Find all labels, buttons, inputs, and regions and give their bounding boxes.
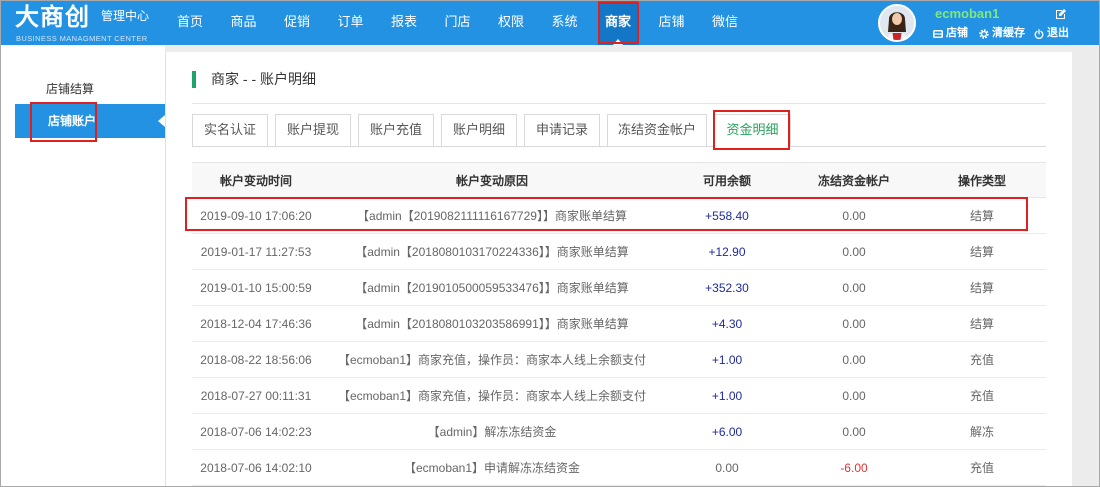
cell-frozen: 0.00 xyxy=(842,316,866,331)
cell-available: +4.30 xyxy=(711,316,743,331)
nav-item-home[interactable]: 首页 xyxy=(170,0,210,45)
cell-time: 2019-09-10 17:06:20 xyxy=(200,208,312,223)
sidebar-item-shop-account[interactable]: 店铺账户 xyxy=(15,104,165,138)
main-panel: 商家 - - 账户明细 实名认证 账户提现 账户充值 账户明细 申请记录 冻结资… xyxy=(165,52,1072,487)
cell-reason: 【ecmoban1】申请解冻冻结资金 xyxy=(403,461,581,475)
cell-type: 结算 xyxy=(969,209,994,223)
clear-cache-label: 清缓存 xyxy=(992,27,1025,39)
column-header-time: 帐户变动时间 xyxy=(219,173,292,188)
cell-available: +1.00 xyxy=(711,352,743,367)
table-row: 2018-07-27 00:11:31 【ecmoban1】商家充值，操作员：商… xyxy=(192,378,1046,414)
cell-type: 充值 xyxy=(969,389,994,403)
nav-item-orders[interactable]: 订单 xyxy=(331,0,371,45)
tab-real-name-auth[interactable]: 实名认证 xyxy=(192,114,268,146)
cell-available: +558.40 xyxy=(705,208,749,223)
column-header-available: 可用余额 xyxy=(702,173,751,188)
cell-available: 0.00 xyxy=(715,460,739,475)
nav-item-promotion[interactable]: 促销 xyxy=(277,0,317,45)
nav-item-goods[interactable]: 商品 xyxy=(224,0,264,45)
nav-item-shop[interactable]: 店铺 xyxy=(652,0,692,45)
column-header-type: 操作类型 xyxy=(957,173,1006,188)
table-row: 2019-09-10 17:06:20 【admin【2019082111116… xyxy=(192,198,1046,234)
cell-type: 充值 xyxy=(969,461,994,475)
cell-time: 2018-07-06 14:02:10 xyxy=(200,460,312,475)
tab-account-details[interactable]: 账户明细 xyxy=(441,114,517,146)
nav-item-wechat[interactable]: 微信 xyxy=(705,0,745,45)
cell-type: 充值 xyxy=(969,353,994,367)
user-name: ecmoban1 xyxy=(935,6,1000,21)
tab-recharge[interactable]: 账户充值 xyxy=(358,114,434,146)
cell-frozen: 0.00 xyxy=(842,244,866,259)
table-row: 2018-08-22 18:56:06 【ecmoban1】商家充值，操作员：商… xyxy=(192,342,1046,378)
sidebar: 店铺结算 店铺账户 xyxy=(0,45,165,487)
avatar-photo-icon xyxy=(880,6,914,40)
store-icon xyxy=(933,29,943,39)
cell-frozen: -6.00 xyxy=(840,460,868,475)
cell-time: 2018-08-22 18:56:06 xyxy=(200,352,312,367)
page-title: 商家 - - 账户明细 xyxy=(211,71,316,87)
avatar[interactable] xyxy=(878,4,916,42)
cell-reason: 【admin】解冻冻结资金 xyxy=(427,425,557,439)
shop-link-label: 店铺 xyxy=(946,27,968,39)
cell-frozen: 0.00 xyxy=(842,352,866,367)
cell-type: 解冻 xyxy=(969,425,994,439)
cell-type: 结算 xyxy=(969,245,994,259)
title-accent-bar xyxy=(192,71,196,88)
table-row: 2019-01-17 11:27:53 【admin【2018080103170… xyxy=(192,234,1046,270)
cell-frozen: 0.00 xyxy=(842,280,866,295)
top-navigation-bar: 大商创 管理中心 BUSINESS MANAGMENT CENTER 首页 商品… xyxy=(0,0,1100,45)
main-nav: 首页 商品 促销 订单 报表 门店 权限 系统 商家 店铺 微信 xyxy=(170,0,745,45)
logout-label: 退出 xyxy=(1047,27,1069,39)
nav-item-permissions[interactable]: 权限 xyxy=(491,0,531,45)
tab-bar: 实名认证 账户提现 账户充值 账户明细 申请记录 冻结资金帐户 资金明细 xyxy=(192,114,791,147)
column-header-frozen: 冻结资金帐户 xyxy=(817,173,890,188)
tab-fund-details[interactable]: 资金明细 xyxy=(714,114,791,147)
tab-application-records[interactable]: 申请记录 xyxy=(524,114,600,146)
table-row: 2018-07-06 14:02:23 【admin】解冻冻结资金 +6.00 … xyxy=(192,414,1046,450)
clear-cache-link[interactable]: 清缓存 xyxy=(979,27,1025,40)
cell-reason: 【ecmoban1】商家充值，操作员：商家本人线上余额支付 xyxy=(337,353,647,367)
cell-available: +352.30 xyxy=(705,280,749,295)
cell-frozen: 0.00 xyxy=(842,208,866,223)
edit-icon[interactable] xyxy=(1055,8,1067,20)
table-row: 2018-07-06 14:02:10 【ecmoban1】申请解冻冻结资金 0… xyxy=(192,450,1046,486)
cell-available: +6.00 xyxy=(711,424,743,439)
cell-type: 结算 xyxy=(969,281,994,295)
sidebar-item-shop-settlement[interactable]: 店铺结算 xyxy=(15,72,165,106)
table-row: 2018-12-04 17:46:36 【admin【2018080103203… xyxy=(192,306,1046,342)
nav-item-stores[interactable]: 门店 xyxy=(438,0,478,45)
cell-time: 2018-07-06 14:02:23 xyxy=(200,424,312,439)
cell-reason: 【admin【2019010500059533476】】商家账单结算 xyxy=(355,281,629,295)
tab-frozen-account[interactable]: 冻结资金帐户 xyxy=(607,114,707,146)
title-divider xyxy=(192,103,1046,104)
cell-reason: 【admin【2018080103203586991】】商家账单结算 xyxy=(355,317,629,331)
cell-reason: 【admin【2019082111116167729】】商家账单结算 xyxy=(357,209,627,223)
cell-time: 2019-01-10 15:00:59 xyxy=(200,280,312,295)
cell-reason: 【ecmoban1】商家充值，操作员：商家本人线上余额支付 xyxy=(337,389,647,403)
logo-english-tagline: BUSINESS MANAGMENT CENTER xyxy=(16,34,148,43)
nav-item-merchant[interactable]: 商家 xyxy=(598,0,638,45)
column-header-reason: 帐户变动原因 xyxy=(455,173,528,188)
cell-type: 结算 xyxy=(969,317,994,331)
nav-item-system[interactable]: 系统 xyxy=(545,0,585,45)
tab-withdraw[interactable]: 账户提现 xyxy=(275,114,351,146)
cell-frozen: 0.00 xyxy=(842,388,866,403)
cell-available: +12.90 xyxy=(708,244,746,259)
cell-frozen: 0.00 xyxy=(842,424,866,439)
nav-item-reports[interactable]: 报表 xyxy=(384,0,424,45)
cell-time: 2019-01-17 11:27:53 xyxy=(200,244,312,259)
power-icon xyxy=(1034,28,1044,39)
logo-subtitle: 管理中心 xyxy=(101,9,150,23)
logout-link[interactable]: 退出 xyxy=(1034,27,1069,40)
gear-icon xyxy=(979,28,989,39)
cell-time: 2018-07-27 00:11:31 xyxy=(200,388,312,403)
shop-link[interactable]: 店铺 xyxy=(933,27,968,40)
cell-time: 2018-12-04 17:46:36 xyxy=(200,316,312,331)
cell-available: +1.00 xyxy=(711,388,743,403)
fund-details-table: 帐户变动时间 帐户变动原因 可用余额 冻结资金帐户 操作类型 2019-09-1… xyxy=(192,162,1046,486)
table-row: 2019-01-10 15:00:59 【admin【2019010500059… xyxy=(192,270,1046,306)
logo-title: 大商创 xyxy=(15,4,90,31)
table-header: 帐户变动时间 帐户变动原因 可用余额 冻结资金帐户 操作类型 xyxy=(192,162,1046,198)
cell-reason: 【admin【2018080103170224336】】商家账单结算 xyxy=(355,245,629,259)
